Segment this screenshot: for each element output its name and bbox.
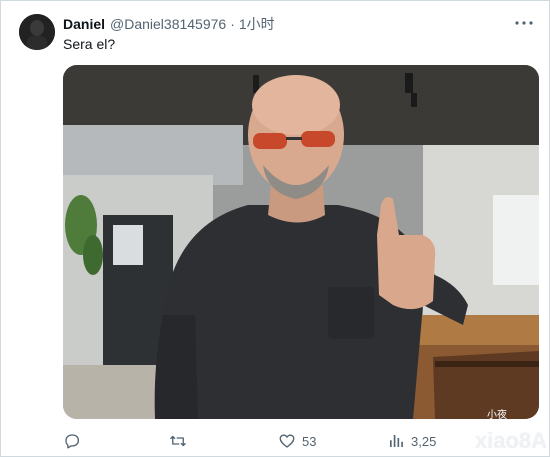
retweet-icon [170,435,186,447]
avatar[interactable] [19,14,55,50]
more-icon[interactable] [513,13,535,33]
like-count: 53 [302,433,317,449]
watermark-text: xiao8A [474,428,547,453]
heart-icon [279,434,295,448]
author-handle[interactable]: @Daniel38145976 [110,16,226,32]
reply-button[interactable] [63,431,87,451]
watermark-logo: xiao8A [475,428,547,454]
views-button[interactable]: 3,25 [387,431,436,451]
like-button[interactable]: 53 [278,431,316,451]
action-bar: 53 3,25 [63,431,539,451]
views-count: 3,25 [411,433,437,449]
separator-dot: · [230,16,235,32]
tweet-card: Daniel @Daniel38145976 · 1小时 Sera el? 53… [0,0,550,457]
tweet-header: Daniel @Daniel38145976 · 1小时 [63,15,275,33]
timestamp[interactable]: 1小时 [239,14,275,34]
retweet-button[interactable] [169,431,193,451]
watermark-small: 小夜 [487,410,507,421]
views-icon [390,435,403,447]
reply-icon [65,434,80,449]
tweet-photo[interactable] [63,65,539,419]
tweet-text: Sera el? [63,36,116,52]
author-name[interactable]: Daniel [63,16,105,32]
